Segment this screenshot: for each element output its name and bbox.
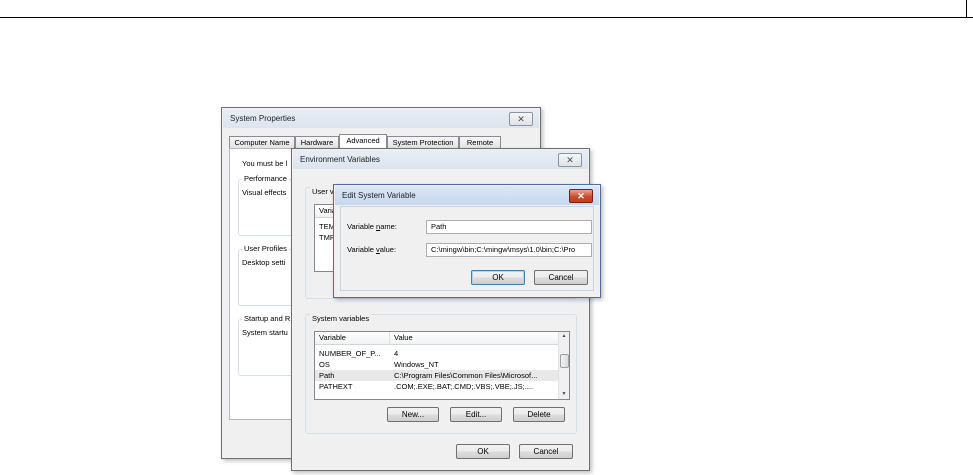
cancel-button[interactable]: Cancel xyxy=(534,270,588,285)
scroll-up-icon[interactable]: ▲ xyxy=(559,332,569,341)
row-variable: Path xyxy=(319,371,335,380)
edit-system-variable-window: Edit System Variable ✕ Variable name: Pa… xyxy=(333,184,601,298)
close-icon: ✕ xyxy=(566,155,574,165)
row-value: 4 xyxy=(394,349,399,358)
tab-advanced[interactable]: Advanced xyxy=(339,134,387,149)
startup-recovery-group-label: Startup and R xyxy=(242,314,293,323)
row-value: .COM;.EXE;.BAT;.CMD;.VBS;.VBE;.JS;.... xyxy=(394,382,534,391)
ok-button[interactable]: OK xyxy=(471,270,525,285)
close-button[interactable]: ✕ xyxy=(509,112,533,126)
system-properties-titlebar[interactable]: System Properties ✕ xyxy=(223,109,539,128)
variable-value-label-rest: alue: xyxy=(379,245,397,254)
user-variables-group-label: User v xyxy=(310,187,336,196)
row-variable: PATHEXT xyxy=(319,382,353,391)
system-list-column-value[interactable]: Value xyxy=(390,332,559,344)
close-button[interactable]: ✕ xyxy=(569,189,593,203)
scroll-down-icon[interactable]: ▼ xyxy=(559,390,569,399)
system-list-header: Variable Value xyxy=(315,332,559,345)
edit-button[interactable]: Edit... xyxy=(450,407,502,422)
variable-name-field[interactable]: Path xyxy=(426,220,592,234)
variable-name-label: Variable name: xyxy=(347,222,397,231)
delete-button[interactable]: Delete xyxy=(513,407,565,422)
table-row[interactable]: NUMBER_OF_P... 4 xyxy=(315,348,559,359)
ok-button[interactable]: OK xyxy=(456,444,510,459)
admin-notice: You must be l xyxy=(242,159,288,168)
edit-system-variable-titlebar[interactable]: Edit System Variable ✕ xyxy=(335,186,599,205)
user-profiles-text: Desktop setti xyxy=(242,258,286,267)
performance-group-label: Performance xyxy=(242,174,289,183)
table-row[interactable]: OS Windows_NT xyxy=(315,359,559,370)
user-profiles-group-label: User Profiles xyxy=(242,244,289,253)
page-rule-tick xyxy=(966,0,967,18)
row-value: Windows_NT xyxy=(394,360,439,369)
tab-computer-name[interactable]: Computer Name xyxy=(229,136,295,148)
variable-value-label-text: Variable xyxy=(347,245,377,254)
variable-name-label-rest: ame: xyxy=(380,222,397,231)
scroll-thumb[interactable] xyxy=(560,354,569,368)
window-title: System Properties xyxy=(230,114,296,123)
system-variables-group-label: System variables xyxy=(310,314,372,323)
table-row[interactable]: PATHEXT .COM;.EXE;.BAT;.CMD;.VBS;.VBE;.J… xyxy=(315,381,559,392)
cancel-button[interactable]: Cancel xyxy=(519,444,573,459)
close-button[interactable]: ✕ xyxy=(558,153,582,167)
variable-value-field[interactable]: C:\mingw\bin;C:\mingw\msys\1.0\bin;C:\Pr… xyxy=(426,243,592,257)
row-value: C:\Program Files\Common Files\Microsof..… xyxy=(394,371,538,380)
tab-system-protection[interactable]: System Protection xyxy=(387,136,459,148)
page-rule xyxy=(0,17,973,18)
tab-hardware[interactable]: Hardware xyxy=(295,136,339,148)
new-button[interactable]: New... xyxy=(387,407,439,422)
variable-name-label-text: Variable xyxy=(347,222,377,231)
window-title: Environment Variables xyxy=(300,155,380,164)
row-variable: OS xyxy=(319,360,330,369)
row-variable: NUMBER_OF_P... xyxy=(319,349,381,358)
table-row-selected[interactable]: Path C:\Program Files\Common Files\Micro… xyxy=(315,370,559,381)
variable-value-label: Variable value: xyxy=(347,245,396,254)
performance-text: Visual effects xyxy=(242,188,287,197)
environment-variables-titlebar[interactable]: Environment Variables ✕ xyxy=(293,150,588,169)
system-list-column-variable[interactable]: Variable xyxy=(315,332,390,344)
system-variables-list[interactable]: Variable Value NUMBER_OF_P... 4 OS Windo… xyxy=(314,331,570,400)
tab-remote[interactable]: Remote xyxy=(459,136,501,148)
window-title: Edit System Variable xyxy=(342,191,416,200)
close-icon: ✕ xyxy=(517,114,525,124)
close-icon: ✕ xyxy=(577,191,585,201)
system-list-scrollbar[interactable]: ▲ ▼ xyxy=(558,332,569,399)
system-variables-group: System variables Variable Value NUMBER_O… xyxy=(305,314,577,434)
edit-dialog-body: Variable name: Path Variable value: C:\m… xyxy=(340,206,594,291)
startup-recovery-text: System startu xyxy=(242,328,288,337)
